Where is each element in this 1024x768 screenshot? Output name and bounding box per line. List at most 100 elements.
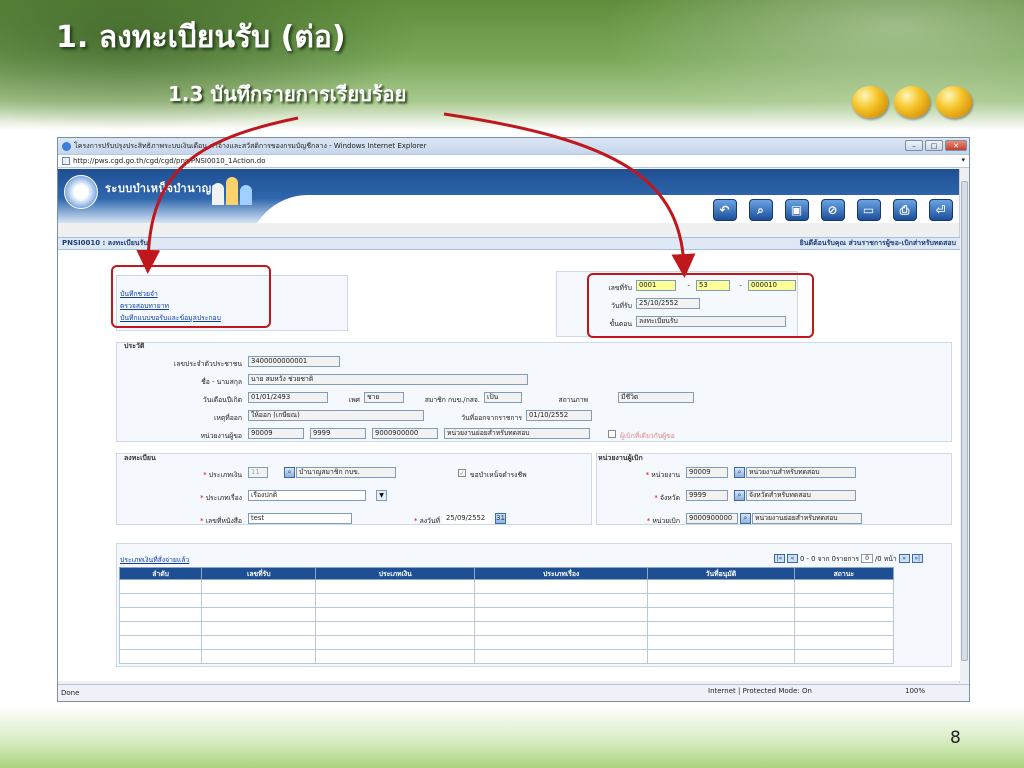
- table-cell: [118, 649, 203, 664]
- table-cell: [315, 579, 476, 594]
- toolbar-button-back[interactable]: ↶กลับ: [709, 199, 740, 221]
- prev-page-icon[interactable]: «: [787, 554, 798, 563]
- maximize-button[interactable]: □: [925, 140, 943, 151]
- scrollbar-thumb[interactable]: [961, 181, 968, 661]
- paid-money-table: ลำดับ เลขที่รับ ประเภทเงิน ประเภทเรื่อง วันท…: [118, 567, 895, 664]
- table-cell: [647, 607, 795, 622]
- agency-lookup-icon[interactable]: ⌕: [734, 467, 745, 478]
- zoom-level[interactable]: 100%: [905, 687, 925, 695]
- window-title: โครงการปรับปรุงประสิทธิภาพระบบเงินเดือน …: [74, 141, 427, 150]
- save-icon: ▣: [784, 199, 809, 221]
- money-type-lookup-icon[interactable]: ⌕: [284, 467, 295, 478]
- page-suffix: /0 หน้า: [875, 555, 897, 563]
- security-zone: Internet | Protected Mode: On: [708, 687, 812, 695]
- toolbar-button-save[interactable]: ▣บันทึก: [781, 199, 812, 221]
- province-lookup-icon[interactable]: ⌕: [734, 490, 745, 501]
- gold-ball-icon: [936, 86, 972, 118]
- province-name: จังหวัดสำหรับทดสอบ: [746, 490, 856, 501]
- unit-code1: 90009: [248, 428, 304, 439]
- payer-unit-label-text: หน่วยเบิก: [652, 517, 680, 525]
- payer-unit-lookup-icon[interactable]: ⌕: [740, 513, 751, 524]
- minimize-button[interactable]: –: [905, 140, 923, 151]
- citizen-id-label: เลขประจำตัวประชาชน: [173, 360, 242, 368]
- case-type-select[interactable]: เรื่องปกติ: [248, 490, 366, 501]
- table-cell: [474, 593, 649, 608]
- name-field: นาย สมหวัง ช่วยชาติ: [248, 374, 528, 385]
- page-number: 8: [950, 728, 961, 748]
- grid-caption[interactable]: ประเภทเงินที่สั่งจ่ายแล้ว: [120, 554, 189, 565]
- vertical-scrollbar[interactable]: [959, 169, 969, 683]
- birth-label: วันเดือนปีเกิด: [202, 396, 242, 404]
- sign-date-label: * ลงวันที่: [388, 515, 440, 526]
- vital-checkbox[interactable]: ✓: [458, 469, 466, 477]
- agency-label: * หน่วยงาน: [620, 469, 680, 480]
- exit-icon: ⏎: [928, 199, 953, 221]
- last-page-icon[interactable]: »|: [911, 554, 923, 563]
- page-icon: [62, 157, 70, 165]
- column-header[interactable]: เลขที่รับ: [201, 567, 317, 580]
- required-mark: *: [200, 494, 204, 502]
- toolbar: ↶กลับ⌕หน้าค้นหา▣บันทึก⊘ยกเลิก▭ลบข้อมูล⎙พ…: [709, 199, 956, 221]
- calendar-icon[interactable]: 31: [495, 513, 506, 524]
- toolbar-button-cancel[interactable]: ⊘ยกเลิก: [817, 199, 848, 221]
- column-header[interactable]: สถานะ: [793, 567, 895, 580]
- required-mark: *: [413, 517, 418, 525]
- status-label: สถานภาพ: [558, 396, 588, 404]
- toolbar-button-print[interactable]: ⎙พิมพ์: [889, 199, 920, 221]
- required-mark: *: [203, 471, 207, 479]
- agency-name: หน่วยงานสำหรับทดสอบ: [746, 467, 856, 478]
- retire-date-field: 01/10/2552: [526, 410, 592, 421]
- slide-footer-background: [0, 706, 1024, 768]
- table-cell: [201, 579, 317, 594]
- province-label: * จังหวัด: [620, 492, 680, 503]
- browser-window: โครงการปรับปรุงประสิทธิภาพระบบเงินเดือน …: [57, 137, 970, 702]
- address-text[interactable]: http://pws.cgd.go.th/cgd/cgd/pns/PNSI001…: [73, 157, 266, 165]
- payer-section-title: หน่วยงานผู้เบิก: [598, 454, 643, 462]
- money-type-label: * ประเภทเงิน: [186, 469, 242, 480]
- table-cell: [118, 579, 203, 594]
- case-type-label: * ประเภทเรื่อง: [176, 492, 242, 503]
- province-code: 9999: [686, 490, 728, 501]
- table-cell: [474, 607, 649, 622]
- table-row: [118, 593, 895, 608]
- member-label: สมาชิก กบข./กสจ.: [424, 396, 480, 404]
- retire-date-label: วันที่ออกจากราชการ: [461, 414, 522, 422]
- unit-code3: 9000900000: [372, 428, 438, 439]
- reason-label: เหตุที่ออก: [214, 414, 242, 422]
- same-payer-checkbox[interactable]: [608, 430, 616, 438]
- welcome-text: ยินดีต้อนรับคุณ ส่วนราชการผู้ขอ-เบิกส่าห…: [799, 239, 956, 247]
- payer-unit-code: 9000900000: [686, 513, 738, 524]
- toolbar-button-exit[interactable]: ⏎ออก: [925, 199, 956, 221]
- first-page-icon[interactable]: |«: [774, 554, 785, 563]
- table-cell: [474, 579, 649, 594]
- status-field: มีชีวิต: [618, 392, 694, 403]
- address-bar[interactable]: http://pws.cgd.go.th/cgd/cgd/pns/PNSI001…: [58, 154, 969, 168]
- page-input[interactable]: 0: [861, 554, 874, 563]
- column-header[interactable]: ประเภทเรื่อง: [474, 567, 649, 580]
- column-header[interactable]: วันที่อนุมัติ: [647, 567, 795, 580]
- table-cell: [201, 593, 317, 608]
- table-cell: [315, 607, 476, 622]
- table-cell: [118, 621, 203, 636]
- required-mark: *: [654, 494, 658, 502]
- money-type-name: บำนาญสมาชิก กบข.: [296, 467, 396, 478]
- status-bar: Done Internet | Protected Mode: On 100%: [58, 684, 969, 700]
- toolbar-button-search-page[interactable]: ⌕หน้าค้นหา: [745, 199, 776, 221]
- case-type-dropdown-icon[interactable]: ▼: [376, 490, 387, 501]
- column-header[interactable]: ลำดับ: [118, 567, 203, 580]
- table-cell: [793, 607, 895, 622]
- table-cell: [793, 593, 895, 608]
- vital-label: ขอบำเหน็จดำรงชีพ: [470, 471, 527, 479]
- close-button[interactable]: ✕: [945, 140, 967, 151]
- address-dropdown-icon[interactable]: ▾: [961, 156, 965, 164]
- column-header[interactable]: ประเภทเงิน: [315, 567, 476, 580]
- unit-label: หน่วยงานผู้ขอ: [200, 432, 242, 440]
- doc-no-input[interactable]: test: [248, 513, 352, 524]
- required-mark: *: [645, 471, 650, 479]
- table-row: [118, 579, 895, 594]
- next-page-icon[interactable]: »: [898, 554, 910, 563]
- sign-date-input[interactable]: 25/09/2552: [443, 513, 491, 524]
- table-cell: [474, 621, 649, 636]
- toolbar-button-delete[interactable]: ▭ลบข้อมูล: [853, 199, 884, 221]
- table-row: [118, 621, 895, 636]
